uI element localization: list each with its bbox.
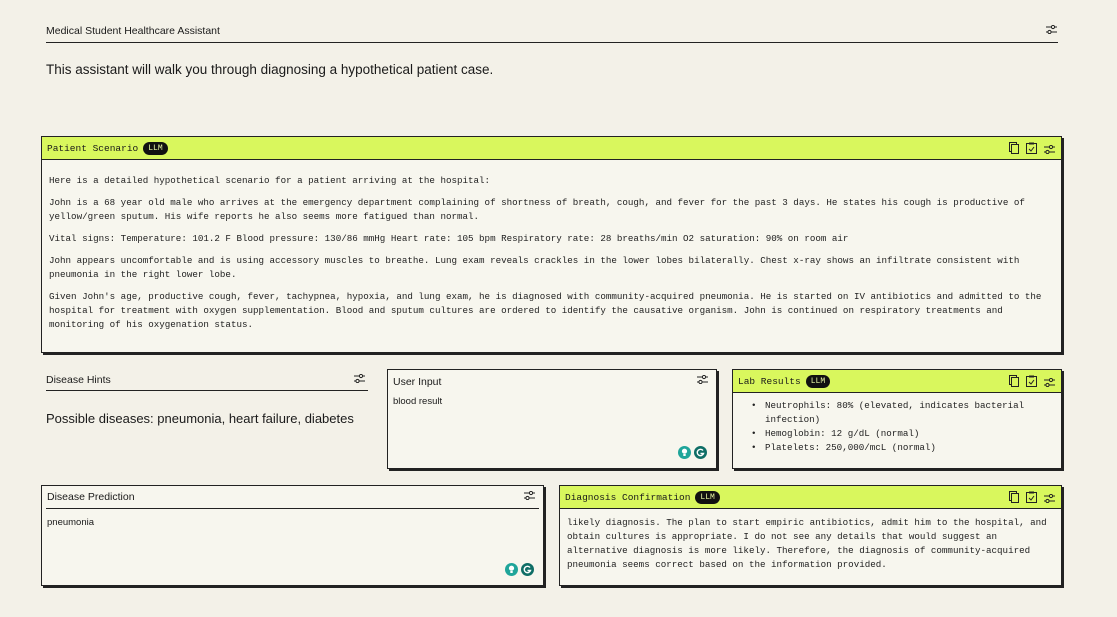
card-title: Patient Scenario	[47, 142, 139, 154]
copy-icon[interactable]	[1009, 490, 1019, 508]
sliders-icon[interactable]	[1044, 141, 1055, 159]
list-item: Platelets: 250,000/mcL (normal)	[751, 441, 1053, 455]
patient-scenario-card: Patient Scenario LLM Here is a detailed …	[41, 136, 1062, 353]
user-input-card[interactable]: User Input blood result	[387, 369, 717, 469]
card-title: Disease Prediction	[47, 491, 135, 503]
sliders-icon[interactable]	[354, 374, 365, 383]
card-header: Diagnosis Confirmation LLM	[560, 486, 1061, 509]
card-actions	[1009, 374, 1055, 392]
diagnosis-confirmation-card: Diagnosis Confirmation LLM likely diagno…	[559, 485, 1062, 586]
scenario-text: Here is a detailed hypothetical scenario…	[42, 160, 1061, 332]
scenario-paragraph: John is a 68 year old male who arrives a…	[49, 197, 1025, 222]
hints-header: Disease Hints	[46, 370, 368, 391]
scenario-paragraph: Given John's age, productive cough, feve…	[49, 291, 1042, 330]
copy-icon[interactable]	[1009, 141, 1019, 159]
lightbulb-icon[interactable]	[505, 563, 518, 576]
confirmation-text: likely diagnosis. The plan to start empi…	[567, 517, 1047, 570]
intro-text: This assistant will walk you through dia…	[46, 62, 494, 77]
card-actions	[1009, 490, 1055, 508]
card-header: Patient Scenario LLM	[42, 137, 1061, 160]
grammarly-icon[interactable]	[521, 563, 534, 576]
lightbulb-icon[interactable]	[678, 446, 691, 459]
user-input-field[interactable]: blood result	[388, 393, 716, 416]
disease-hints: Disease Hints Possible diseases: pneumon…	[46, 370, 368, 426]
input-tools	[678, 446, 707, 459]
app-header: Medical Student Healthcare Assistant	[46, 22, 1058, 43]
card-actions	[1009, 141, 1055, 159]
copy-icon[interactable]	[1009, 374, 1019, 392]
card-header: User Input	[388, 370, 716, 393]
card-header: Lab Results LLM	[733, 370, 1061, 393]
llm-badge: LLM	[143, 141, 168, 155]
clipboard-icon[interactable]	[1026, 374, 1037, 392]
clipboard-icon[interactable]	[1026, 141, 1037, 159]
sliders-icon[interactable]	[524, 491, 535, 500]
disease-prediction-card[interactable]: Disease Prediction pneumonia	[41, 485, 544, 586]
clipboard-icon[interactable]	[1026, 490, 1037, 508]
lab-results-card: Lab Results LLM Neutrophils: 80% (elevat…	[732, 369, 1062, 469]
card-title: Lab Results	[738, 375, 801, 387]
scenario-paragraph: John appears uncomfortable and is using …	[49, 255, 1020, 280]
hints-text: Possible diseases: pneumonia, heart fail…	[46, 411, 354, 426]
sliders-icon[interactable]	[697, 375, 708, 384]
prediction-field[interactable]: pneumonia	[42, 509, 543, 537]
app-title: Medical Student Healthcare Assistant	[46, 25, 220, 37]
llm-badge: LLM	[695, 490, 720, 504]
hints-title: Disease Hints	[46, 374, 111, 386]
scenario-paragraph: Here is a detailed hypothetical scenario…	[49, 175, 491, 186]
lab-results-list: Neutrophils: 80% (elevated, indicates ba…	[733, 393, 1061, 455]
sliders-icon[interactable]	[1044, 374, 1055, 392]
scenario-paragraph: Vital signs: Temperature: 101.2 F Blood …	[49, 233, 849, 244]
llm-badge: LLM	[805, 374, 831, 388]
sliders-icon[interactable]	[1046, 25, 1057, 34]
list-item: Neutrophils: 80% (elevated, indicates ba…	[751, 399, 1053, 427]
list-item: Hemoglobin: 12 g/dL (normal)	[751, 427, 1053, 441]
card-title: User Input	[393, 375, 442, 388]
sliders-icon[interactable]	[1044, 490, 1055, 508]
grammarly-icon[interactable]	[694, 446, 707, 459]
card-title: Diagnosis Confirmation	[565, 491, 691, 503]
input-tools	[505, 563, 534, 576]
card-header: Disease Prediction	[46, 486, 539, 509]
